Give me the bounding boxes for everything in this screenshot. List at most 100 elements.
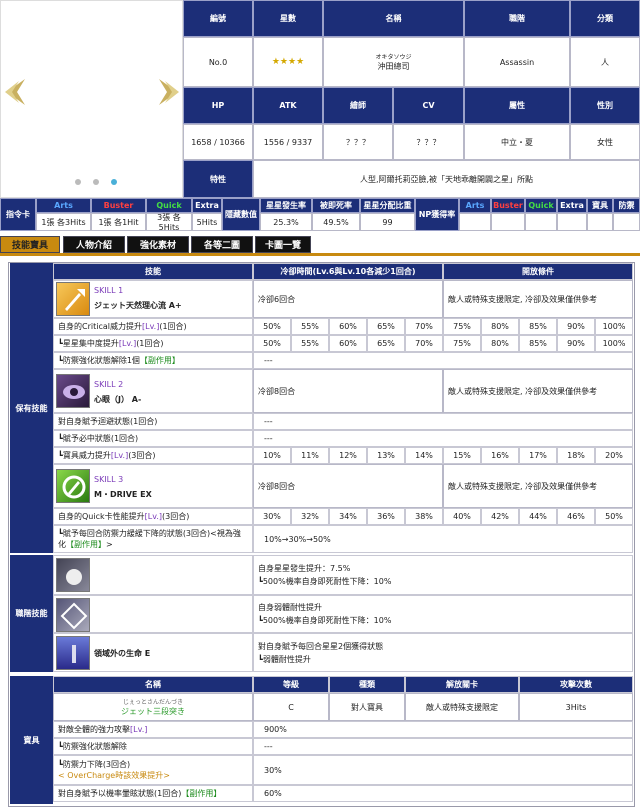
effect-value: 46% [557, 508, 595, 525]
card-value-arts: 1張 各3Hits [36, 213, 91, 231]
card-header-arts: Arts [36, 198, 91, 213]
stat-header-star-gen: 星星發生率 [260, 198, 312, 213]
skill-2-effect-row: ┗ 寶具威力提升 [Lv.] (3回合) 10% 11% 12% 13% 14% 15… [53, 447, 633, 464]
np-header-quick: Quick [525, 198, 557, 213]
chevron-left-icon [5, 79, 25, 105]
np-header-rank: 等級 [253, 676, 329, 693]
servant-name-cell: オキタソウジ 沖田總司 [323, 37, 464, 87]
skill-1-name: ジェット天然理心流 A+ [94, 301, 182, 310]
effect-value: 55% [291, 335, 329, 352]
illustrator-value: ？？？ [323, 124, 393, 160]
effect-value: 30% [253, 508, 291, 525]
skill-2-icon [56, 374, 90, 408]
skill-1-effect-row: ┗ 星星集中度提升 [Lv.] (1回合) 50% 55% 60% 65% 70% 7… [53, 335, 633, 352]
card-header-extra: Extra [192, 198, 222, 213]
np-value-buster [491, 213, 525, 231]
skill-3-effect-row: 自身的Quick卡性能提升 [Lv.] (3回合) 30% 32% 34% 36% … [53, 508, 633, 525]
carousel-dot-active[interactable] [111, 179, 117, 185]
effect-value: 12% [329, 447, 367, 464]
effect-value: 14% [405, 447, 443, 464]
skill-3-number: SKILL 3 [94, 475, 124, 484]
effect-label: ┗防禦強化狀態解除 [53, 738, 253, 755]
debuff-resist-icon [56, 598, 90, 632]
class-skill-row: 領域外の生命 E 對自身賦予每回合星星2個獲得狀態 ┗弱體耐性提升 [53, 633, 633, 672]
skills-section-label: 保有技能 [10, 263, 53, 553]
tab-underline [0, 253, 640, 256]
tab-skills-np[interactable]: 技能寶具 [0, 236, 60, 253]
skill-3-name: M・DRIVE EX [94, 490, 152, 499]
effect-value: 30% [253, 755, 633, 785]
skill-2-number: SKILL 2 [94, 380, 124, 389]
effect-value: 70% [405, 335, 443, 352]
servant-category: 人 [570, 37, 640, 87]
np-value-extra [557, 213, 587, 231]
trait-label: 特性 [183, 160, 253, 198]
effect-value: 60% [329, 335, 367, 352]
carousel-dots [75, 179, 117, 185]
profile-header-row-2: HP ATK 繪師 CV 屬性 性別 [183, 87, 640, 124]
skill-1-cooldown: 冷卻6回合 [253, 280, 443, 318]
np-header-np: 寶具 [587, 198, 613, 213]
skill-3-icon [56, 469, 90, 503]
effect-value: 16% [481, 447, 519, 464]
effect-value: 100% [595, 335, 633, 352]
np-header-unlock: 解放關卡 [405, 676, 519, 693]
np-header-name: 名稱 [53, 676, 253, 693]
skills-header-cooldown: 冷卻時間(Lv.6與Lv.10各減少1回合) [253, 263, 443, 280]
np-value-arts [459, 213, 491, 231]
skill-3-block: SKILL 3 M・DRIVE EX 冷卻8回合 敵人或特殊支援限定, 冷卻及效… [53, 464, 633, 508]
effect-value: 38% [405, 508, 443, 525]
profile-header-row-1: 編號 星數 名稱 職階 分類 [183, 0, 640, 37]
effect-value: 50% [595, 508, 633, 525]
effect-value: 50% [253, 318, 291, 335]
stat-star-gen: 25.3% [260, 213, 312, 231]
gender-value: 女性 [570, 124, 640, 160]
effect-label: ┗防禦力下降(3回合) < OverCharge時該效果提升> [53, 755, 253, 785]
header-cv: CV [393, 87, 464, 124]
card-header-quick: Quick [146, 198, 192, 213]
tab-card-art[interactable]: 卡圖一覽 [255, 236, 311, 253]
header-class: 職階 [464, 0, 570, 37]
skill-1-condition: 敵人或特殊支援限定, 冷卻及效果僅供參考 [443, 280, 633, 318]
effect-value: 13% [367, 447, 405, 464]
skills-header-row: 技能 冷卻時間(Lv.6與Lv.10各減少1回合) 開放條件 [53, 263, 633, 280]
tab-profile[interactable]: 人物介紹 [63, 236, 125, 253]
effect-value: 17% [519, 447, 557, 464]
np-header-extra: Extra [557, 198, 587, 213]
header-stars: 星數 [253, 0, 323, 37]
card-value-extra: 5Hits [192, 213, 222, 231]
header-attribute: 屬性 [464, 87, 570, 124]
carousel-prev-arrow[interactable] [3, 77, 27, 107]
tab-materials[interactable]: 強化素材 [127, 236, 189, 253]
skill-1-block: SKILL 1 ジェット天然理心流 A+ 冷卻6回合 敵人或特殊支援限定, 冷卻… [53, 280, 633, 318]
np-header-hits: 攻擊次數 [519, 676, 633, 693]
star-rating: ★★★★ [253, 37, 323, 87]
carousel-next-arrow[interactable] [157, 77, 181, 107]
effect-value: 80% [481, 318, 519, 335]
effect-label: 自身的Critical威力提升 [Lv.] (1回合) [53, 318, 253, 335]
np-hits: 3Hits [519, 693, 633, 721]
atk-value: 1556 / 9337 [253, 124, 323, 160]
effect-value: 65% [367, 318, 405, 335]
star-gen-icon [56, 558, 90, 592]
stat-header-star-weight: 星星分配比重 [360, 198, 415, 213]
skill-3-condition: 敵人或特殊支援限定, 冷卻及效果僅供參考 [443, 464, 633, 508]
skill-1-number: SKILL 1 [94, 286, 124, 295]
header-hp: HP [183, 87, 253, 124]
skill-2-effect-row: 對自身賦予迴避狀態(1回合) --- [53, 413, 633, 430]
class-skill-desc: 自身星星發生提升：7.5% ┗500%機率自身即死耐性下降：10% [253, 555, 633, 595]
effect-value: 18% [557, 447, 595, 464]
skill-1-icon [56, 282, 90, 316]
np-name-cell: じぇっとさんだんづき ジェット三段突き [53, 693, 253, 721]
skill-2-cooldown: 冷卻8回合 [253, 369, 443, 413]
skill-1-effect-row: ┗ 防禦強化狀態解除1個 【副作用】 --- [53, 352, 633, 369]
carousel-dot[interactable] [75, 179, 81, 185]
effect-value: 34% [329, 508, 367, 525]
stat-star-weight: 99 [360, 213, 415, 231]
stat-header-death: 被即死率 [312, 198, 360, 213]
header-number: 編號 [183, 0, 253, 37]
tab-ascension-art[interactable]: 各等二圖 [191, 236, 253, 253]
effect-label: ┗ 防禦強化狀態解除1個 【副作用】 [53, 352, 253, 369]
carousel-dot[interactable] [93, 179, 99, 185]
skill-3-cooldown: 冷卻8回合 [253, 464, 443, 508]
